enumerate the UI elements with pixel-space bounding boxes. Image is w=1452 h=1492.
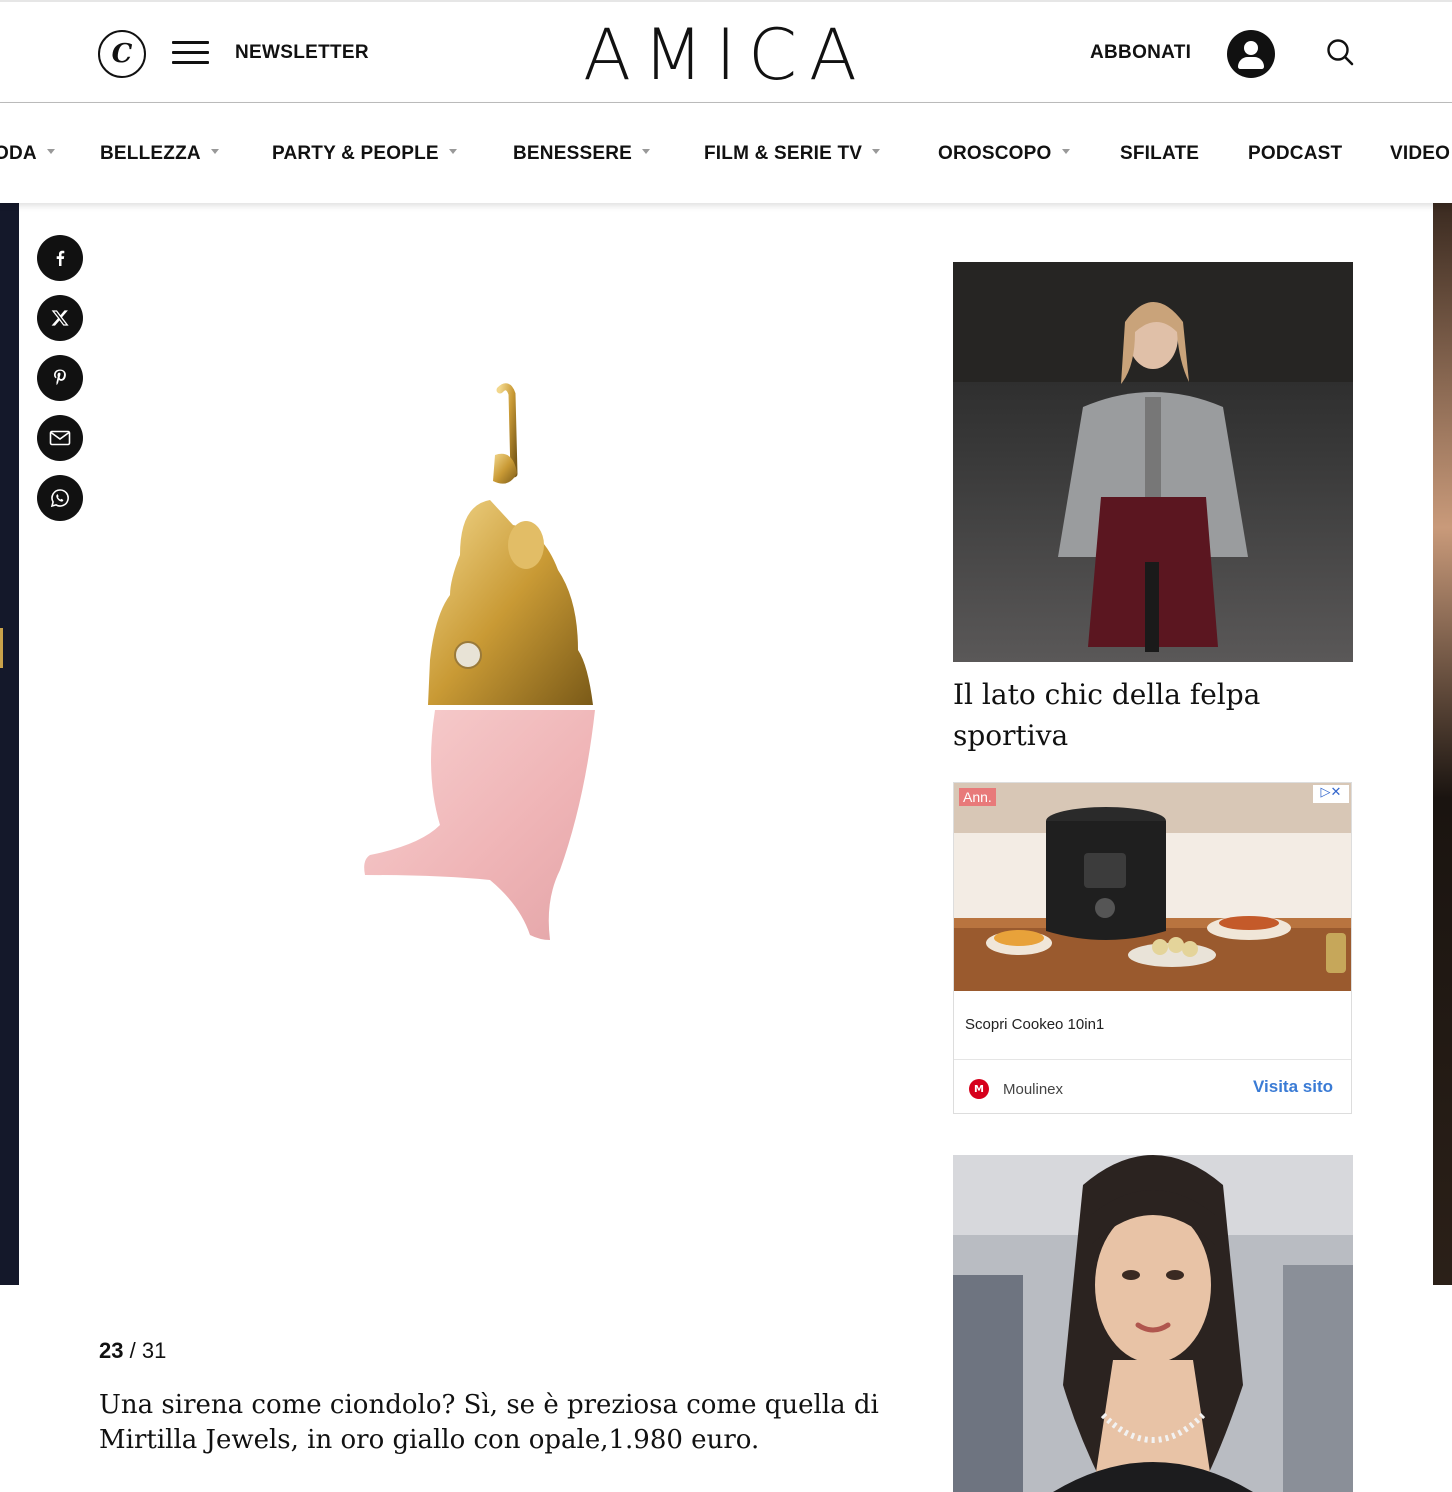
gallery-image-mermaid-pendant[interactable] [340,380,600,960]
ad-divider [954,1059,1351,1060]
nav-item-film-serie-tv[interactable]: FILM & SERIE TV [704,143,881,165]
chevron-down-icon [642,149,651,155]
gallery-current-index: 23 [99,1338,124,1363]
pinterest-icon [54,369,66,385]
site-logo[interactable]: AMICA [566,14,886,96]
c-logo-icon[interactable]: C [98,30,146,78]
related-article-title[interactable]: Il lato chic della felpa sportiva [953,674,1353,756]
ad-image[interactable] [954,783,1351,991]
gallery-counter-separator: / [129,1338,136,1363]
gallery-total: 31 [141,1338,167,1363]
nav-item-oroscopo[interactable]: OROSCOPO [938,143,1070,165]
nav-item-benessere[interactable]: BENESSERE [513,143,651,165]
newsletter-link[interactable]: NEWSLETTER [235,42,369,64]
chevron-down-icon [46,149,55,155]
c-logo-glyph: C [111,39,133,69]
subscribe-link[interactable]: ABBONATI [1090,42,1191,64]
chevron-down-icon [1061,149,1070,155]
ad-badge: Ann. [959,788,996,806]
facebook-icon [56,250,65,266]
gallery-counter: 23 / 31 [99,1338,166,1364]
nav-item-bellezza[interactable]: BELLEZZA [100,143,219,165]
top-header: C NEWSLETTER AMICA ABBONATI [0,0,1452,103]
sponsored-ad[interactable]: Ann. ▷✕ Scopri Cookeo 10in1 M Moulinex V… [953,782,1352,1114]
related-article-image-2[interactable] [953,1155,1353,1492]
moulinex-logo-icon: M [969,1079,989,1099]
main-nav: ODA BELLEZZA PARTY & PEOPLE BENESSERE FI… [0,103,1452,203]
share-x-button[interactable] [37,295,83,341]
user-account-icon[interactable] [1227,30,1275,78]
chevron-down-icon [448,149,457,155]
chevron-down-icon [872,149,881,155]
ad-advertiser[interactable]: Moulinex [1003,1081,1063,1098]
menu-icon[interactable] [172,40,209,66]
whatsapp-icon [50,489,69,508]
related-article-image[interactable] [953,262,1353,662]
visit-site-button[interactable]: Visita sito [1253,1077,1333,1097]
share-pinterest-button[interactable] [37,355,83,401]
chevron-down-icon [210,149,219,155]
x-icon [51,310,69,326]
nav-item-video[interactable]: VIDEO [1390,143,1450,165]
nav-item-sfilate[interactable]: SFILATE [1120,143,1199,165]
share-email-button[interactable] [37,415,83,461]
nav-item-podcast[interactable]: PODCAST [1248,143,1342,165]
ad-headline[interactable]: Scopri Cookeo 10in1 [965,1016,1104,1033]
share-whatsapp-button[interactable] [37,475,83,521]
nav-item-moda[interactable]: ODA [0,143,55,165]
email-icon [49,430,71,446]
share-facebook-button[interactable] [37,235,83,281]
nav-item-party-people[interactable]: PARTY & PEOPLE [272,143,457,165]
background-skin-left [0,203,19,1285]
adchoices-close-icon[interactable]: ▷✕ [1313,785,1349,803]
search-icon[interactable] [1325,37,1355,67]
gallery-caption: Una sirena come ciondolo? Sì, se è prezi… [99,1390,879,1455]
background-skin-right [1433,203,1452,1285]
